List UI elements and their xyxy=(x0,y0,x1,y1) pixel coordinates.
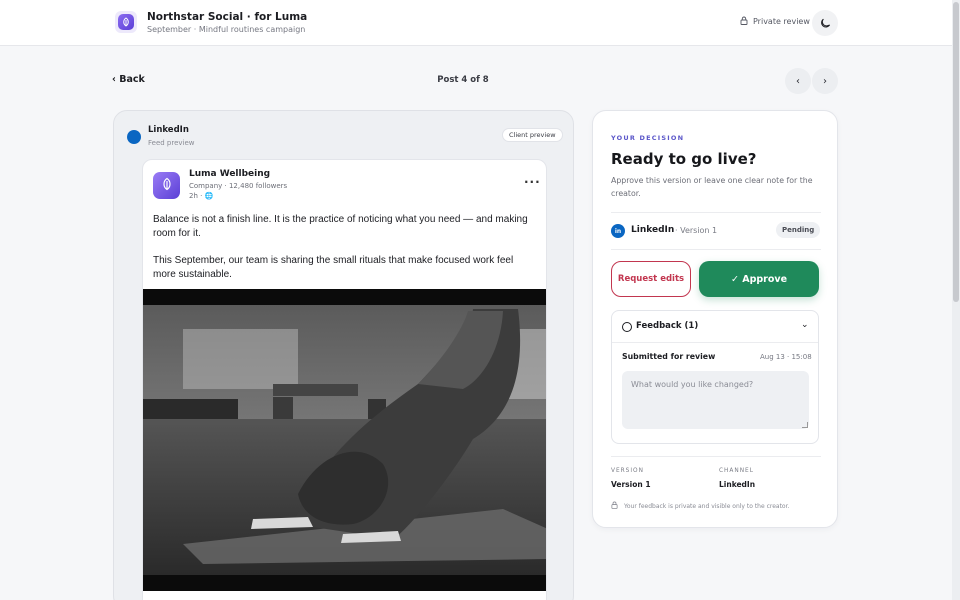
status-badge: Pending xyxy=(776,222,821,238)
feed-preview-panel: LinkedIn Feed preview Client preview Lum… xyxy=(113,110,574,600)
privacy-note: Your feedback is private and visible onl… xyxy=(611,501,789,511)
client-preview-badge: Client preview xyxy=(502,128,563,142)
channel-meta-label: CHANNEL xyxy=(719,468,754,474)
feedback-input[interactable] xyxy=(622,371,809,429)
feedback-section: Feedback (1) ⌄ Submitted for review Aug … xyxy=(611,310,819,444)
channel-meta-value: LinkedIn xyxy=(719,480,756,489)
preview-subtitle: Feed preview xyxy=(148,139,195,147)
version-meta-label: VERSION xyxy=(611,468,644,474)
resize-handle-icon[interactable] xyxy=(802,422,808,428)
yoga-photo xyxy=(143,289,546,591)
version-label: · Version 1 xyxy=(675,226,718,235)
moon-icon xyxy=(820,14,831,33)
leaf-icon xyxy=(160,176,174,195)
feedback-title: Feedback (1) xyxy=(636,321,699,331)
decision-panel: YOUR DECISION Ready to go live? Approve … xyxy=(592,110,838,528)
chevron-down-icon: ⌄ xyxy=(801,320,809,330)
app-title: Northstar Social · for Luma xyxy=(147,11,308,23)
private-review-indicator: Private review xyxy=(740,16,810,27)
lock-icon xyxy=(611,501,618,511)
page-scrollbar[interactable] xyxy=(952,0,960,600)
divider xyxy=(611,456,821,457)
decision-description: Approve this version or leave one clear … xyxy=(611,176,813,198)
linkedin-post-card: Luma Wellbeing Company · 12,480 follower… xyxy=(142,159,547,600)
feedback-toggle[interactable]: Feedback (1) ⌄ xyxy=(612,311,818,343)
feedback-entry-date: Aug 13 · 15:08 xyxy=(760,353,812,361)
next-post-button[interactable]: › xyxy=(812,68,838,94)
theme-toggle-button[interactable] xyxy=(812,10,838,36)
private-review-label: Private review xyxy=(753,17,810,26)
back-link[interactable]: ‹ Back xyxy=(112,74,145,85)
app-subtitle: September · Mindful routines campaign xyxy=(147,25,306,34)
feedback-entry-title: Submitted for review xyxy=(622,352,716,361)
post-paragraph: Balance is not a finish line. It is the … xyxy=(153,214,528,239)
previous-post-button[interactable]: ‹ xyxy=(785,68,811,94)
divider xyxy=(611,212,821,213)
post-body: Balance is not a finish line. It is the … xyxy=(153,213,538,295)
scrollbar-thumb[interactable] xyxy=(953,2,959,302)
decision-headline: Ready to go live? xyxy=(611,150,757,168)
feedback-status-icon xyxy=(622,322,632,332)
post-image xyxy=(143,289,546,591)
post-position: Post 4 of 8 xyxy=(437,75,489,85)
brand-logo xyxy=(115,11,137,33)
post-time: 2h · 🌐 xyxy=(189,192,214,200)
linkedin-icon: in xyxy=(611,224,625,238)
linkedin-icon xyxy=(127,130,141,144)
lock-icon xyxy=(740,16,748,27)
author-avatar xyxy=(153,172,180,199)
preview-platform: LinkedIn xyxy=(148,125,189,135)
divider xyxy=(611,249,821,250)
version-meta-value: Version 1 xyxy=(611,480,651,489)
request-edits-button[interactable]: Request edits xyxy=(611,261,691,297)
post-paragraph: This September, our team is sharing the … xyxy=(153,255,514,280)
post-author[interactable]: Luma Wellbeing xyxy=(189,169,270,179)
more-options-icon[interactable]: ··· xyxy=(524,175,541,189)
decision-eyebrow: YOUR DECISION xyxy=(611,134,685,142)
channel-name: LinkedIn xyxy=(631,225,675,235)
top-bar: Northstar Social · for Luma September · … xyxy=(0,0,960,46)
leaf-icon xyxy=(118,14,134,30)
privacy-note-text: Your feedback is private and visible onl… xyxy=(624,502,790,510)
approve-button[interactable]: ✓ Approve xyxy=(699,261,819,297)
post-author-meta: Company · 12,480 followers xyxy=(189,182,288,190)
